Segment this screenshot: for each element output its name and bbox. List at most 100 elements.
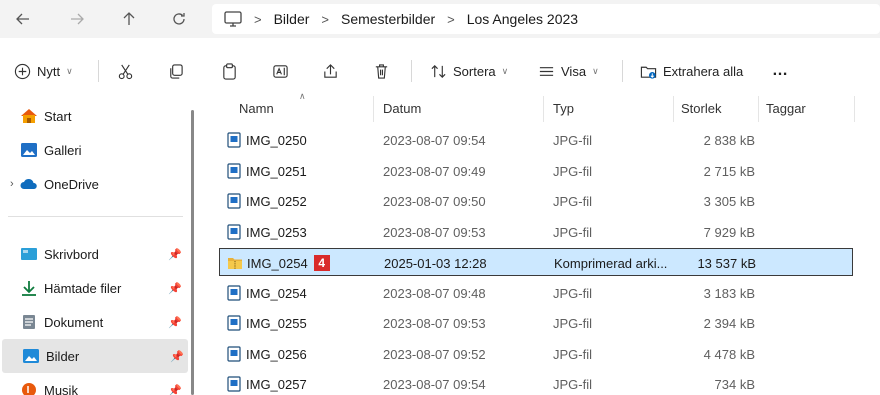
table-row[interactable]: IMG_0254 2023-08-07 09:48 JPG-fil 3 183 kB bbox=[219, 279, 854, 307]
delete-button[interactable] bbox=[373, 50, 390, 92]
image-file-icon bbox=[227, 346, 241, 362]
rename-icon bbox=[273, 64, 288, 78]
table-row[interactable]: IMG_0257 2023-08-07 09:54 JPG-fil 734 kB bbox=[219, 370, 854, 395]
extract-all-label: Extrahera alla bbox=[663, 63, 744, 79]
address-bar[interactable]: > Bilder > Semesterbilder > Los Angeles … bbox=[212, 4, 880, 34]
file-date: 2023-08-07 09:49 bbox=[383, 163, 486, 179]
table-row[interactable]: IMG_0252 2023-08-07 09:50 JPG-fil 3 305 kB bbox=[219, 187, 854, 215]
column-header-label: Datum bbox=[383, 100, 422, 116]
extract-folder-icon bbox=[640, 66, 657, 79]
file-name-text: IMG_0254 bbox=[247, 255, 308, 271]
chevron-down-icon: ∨ bbox=[501, 65, 509, 76]
arrow-up-icon bbox=[123, 12, 135, 25]
column-header-size[interactable]: Storlek bbox=[681, 92, 721, 124]
refresh-button[interactable] bbox=[166, 6, 192, 32]
file-type: JPG-fil bbox=[553, 285, 592, 301]
file-type: JPG-fil bbox=[553, 315, 592, 331]
column-header-type[interactable]: Typ bbox=[553, 92, 574, 124]
breadcrumb-semesterbilder[interactable]: Semesterbilder bbox=[341, 11, 435, 27]
column-divider[interactable] bbox=[854, 96, 855, 122]
toolbar-divider bbox=[98, 60, 99, 82]
toolbar-divider bbox=[622, 60, 623, 82]
copy-button[interactable] bbox=[167, 50, 184, 92]
more-icon: … bbox=[772, 62, 789, 79]
image-file-icon bbox=[227, 193, 241, 209]
sidebar-item-bilder[interactable]: Bilder 📌 bbox=[2, 339, 188, 373]
file-size: 3 183 kB bbox=[703, 285, 755, 301]
file-type: JPG-fil bbox=[553, 132, 592, 148]
breadcrumb-bilder[interactable]: Bilder bbox=[274, 11, 310, 27]
breadcrumb-separator: > bbox=[254, 11, 262, 27]
arrow-left-icon bbox=[16, 13, 29, 25]
extract-all-button[interactable]: Extrahera alla bbox=[640, 50, 743, 92]
file-name-text: IMG_0253 bbox=[246, 224, 307, 240]
file-size: 2 715 kB bbox=[703, 163, 755, 179]
column-divider[interactable] bbox=[673, 96, 674, 122]
file-name: IMG_0256 bbox=[246, 340, 307, 368]
file-type: JPG-fil bbox=[553, 163, 592, 179]
new-button[interactable]: Nytt ∨ bbox=[14, 50, 73, 92]
column-header-date[interactable]: Datum bbox=[383, 92, 421, 124]
column-header-label: Namn bbox=[239, 100, 274, 116]
file-date: 2023-08-07 09:53 bbox=[383, 224, 486, 240]
table-row[interactable]: IMG_0254 4 2025-01-03 12:28 Komprimerad ark… bbox=[219, 248, 853, 276]
file-name-text: IMG_0252 bbox=[246, 193, 307, 209]
sidebar-item-musik[interactable]: Musik 📌 bbox=[0, 373, 190, 395]
column-divider[interactable] bbox=[373, 96, 374, 122]
sidebar-item-onedrive[interactable]: › OneDrive bbox=[0, 167, 190, 201]
table-row[interactable]: IMG_0250 2023-08-07 09:54 JPG-fil 2 838 kB bbox=[219, 126, 854, 154]
file-type: JPG-fil bbox=[553, 193, 592, 209]
chevron-down-icon: ∨ bbox=[66, 65, 73, 76]
sidebar-scrollbar[interactable] bbox=[191, 110, 194, 395]
sidebar-item-label: Start bbox=[44, 108, 72, 124]
file-size: 4 478 kB bbox=[703, 346, 755, 362]
file-name-text: IMG_0251 bbox=[246, 163, 307, 179]
scissors-icon bbox=[118, 64, 133, 79]
column-divider[interactable] bbox=[758, 96, 759, 122]
pin-icon: 📌 bbox=[168, 384, 182, 395]
file-type: JPG-fil bbox=[553, 376, 592, 392]
file-type: JPG-fil bbox=[553, 224, 592, 240]
sidebar-item-galleri[interactable]: Galleri bbox=[0, 133, 190, 167]
up-button[interactable] bbox=[116, 6, 142, 32]
file-size: 2 838 kB bbox=[703, 132, 755, 148]
column-header-name[interactable]: Namn bbox=[239, 92, 274, 124]
monitor-icon bbox=[224, 11, 242, 27]
paste-button[interactable] bbox=[221, 50, 238, 92]
column-divider[interactable] bbox=[543, 96, 544, 122]
file-date: 2023-08-07 09:53 bbox=[383, 315, 486, 331]
view-button[interactable]: Visa ∨ bbox=[538, 50, 599, 92]
file-name: IMG_0250 bbox=[246, 126, 307, 154]
zip-folder-icon bbox=[228, 258, 242, 269]
sidebar-item-label: Musik bbox=[44, 382, 78, 395]
more-options-button[interactable]: … bbox=[772, 50, 789, 92]
pin-icon: 📌 bbox=[168, 282, 182, 295]
refresh-icon bbox=[173, 13, 185, 25]
command-bar: Nytt ∨ Sortera ∨ Visa ∨ Extrahera alla … bbox=[0, 50, 880, 92]
table-row[interactable]: IMG_0253 2023-08-07 09:53 JPG-fil 7 929 kB bbox=[219, 218, 854, 246]
pin-icon: 📌 bbox=[170, 350, 184, 363]
table-row[interactable]: IMG_0251 2023-08-07 09:49 JPG-fil 2 715 kB bbox=[219, 157, 854, 185]
share-button[interactable] bbox=[322, 50, 339, 92]
sort-button[interactable]: Sortera ∨ bbox=[430, 50, 508, 92]
cut-button[interactable] bbox=[117, 50, 134, 92]
back-button[interactable] bbox=[10, 6, 36, 32]
forward-button[interactable] bbox=[64, 6, 90, 32]
table-row[interactable]: IMG_0255 2023-08-07 09:53 JPG-fil 2 394 kB bbox=[219, 309, 854, 337]
sidebar-item-dokument[interactable]: Dokument 📌 bbox=[0, 305, 190, 339]
table-row[interactable]: IMG_0256 2023-08-07 09:52 JPG-fil 4 478 kB bbox=[219, 340, 854, 368]
sidebar-item-hamtade-filer[interactable]: Hämtade filer 📌 bbox=[0, 271, 190, 305]
chevron-right-icon: › bbox=[10, 178, 14, 190]
sidebar-item-start[interactable]: Start bbox=[0, 99, 190, 133]
download-icon bbox=[22, 281, 36, 296]
rename-button[interactable] bbox=[272, 50, 289, 92]
sidebar-item-skrivbord[interactable]: Skrivbord 📌 bbox=[0, 237, 190, 271]
column-header-label: Typ bbox=[553, 100, 574, 116]
desktop-icon bbox=[21, 248, 37, 260]
pin-icon: 📌 bbox=[168, 248, 182, 261]
breadcrumb-los-angeles[interactable]: Los Angeles 2023 bbox=[467, 11, 578, 27]
column-header-tags[interactable]: Taggar bbox=[766, 92, 806, 124]
file-size: 7 929 kB bbox=[703, 224, 755, 240]
file-name: IMG_0252 bbox=[246, 187, 307, 215]
file-list: Namn ∧ Datum Typ Storlek Taggar IMG_0250… bbox=[203, 91, 880, 395]
